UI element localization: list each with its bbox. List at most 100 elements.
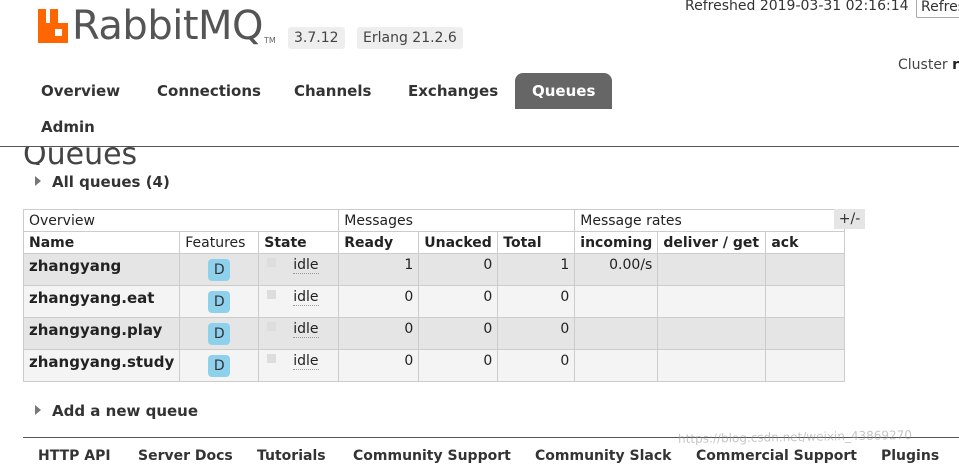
queue-name-link[interactable]: zhangyang	[22, 253, 181, 286]
ready-count: 0	[338, 349, 420, 382]
unacked-count: 0	[418, 285, 499, 318]
refreshed-timestamp: Refreshed 2019-03-31 02:16:14	[685, 0, 909, 14]
expand-triangle-icon	[35, 405, 41, 415]
queues-table: Overview Messages Message rates Name Fea…	[22, 209, 846, 382]
footer-link-community-support[interactable]: Community Support	[353, 448, 511, 464]
group-message-rates: Message rates	[574, 209, 846, 232]
state-indicator-icon	[267, 258, 277, 267]
queue-name-link[interactable]: zhangyang.study	[22, 349, 181, 382]
erlang-version-badge: Erlang 21.2.6	[357, 27, 463, 49]
durable-badge: D	[208, 355, 231, 377]
deliver-get-rate	[657, 317, 767, 350]
state-cell: idle	[258, 285, 340, 318]
features-cell: D	[179, 285, 260, 318]
col-state[interactable]: State	[258, 231, 340, 254]
table-row[interactable]: zhangyang.study Didle 0 0 0	[22, 349, 846, 382]
table-row[interactable]: zhangyang Didle 1 0 1 0.00/s	[22, 253, 846, 286]
col-unacked[interactable]: Unacked	[418, 231, 499, 254]
footer-link-community-slack[interactable]: Community Slack	[535, 448, 671, 464]
state-text: idle	[293, 321, 319, 338]
ack-rate	[765, 285, 846, 318]
durable-badge: D	[208, 323, 231, 345]
unacked-count: 0	[418, 317, 499, 350]
cluster-label: Cluster	[898, 57, 948, 73]
footer-link-commercial-support[interactable]: Commercial Support	[696, 448, 857, 464]
col-total[interactable]: Total	[497, 231, 576, 254]
state-cell: idle	[258, 253, 340, 286]
ready-count: 0	[338, 285, 420, 318]
nav-divider	[0, 146, 959, 147]
table-row[interactable]: zhangyang.eat Didle 0 0 0	[22, 285, 846, 318]
queue-name-link[interactable]: zhangyang.eat	[22, 285, 181, 318]
col-deliver-get[interactable]: deliver / get	[657, 231, 767, 254]
state-text: idle	[293, 289, 319, 306]
ack-rate	[765, 253, 846, 286]
footer-link-plugins[interactable]: Plugins	[881, 448, 939, 464]
deliver-get-rate	[657, 285, 767, 318]
features-cell: D	[179, 317, 260, 350]
footer-link-http-api[interactable]: HTTP API	[38, 448, 111, 464]
footer-link-tutorials[interactable]: Tutorials	[257, 448, 326, 464]
watermark: https://blog.csdn.net/weixin_43869270	[677, 427, 913, 447]
incoming-rate	[574, 317, 659, 350]
incoming-rate: 0.00/s	[574, 253, 659, 286]
incoming-rate	[574, 285, 659, 318]
expand-triangle-icon	[35, 176, 41, 186]
logo-text-rabbit: Rabbit	[72, 3, 199, 49]
state-indicator-icon	[267, 290, 277, 299]
state-indicator-icon	[267, 354, 277, 363]
tab-exchanges[interactable]: Exchanges	[408, 73, 498, 109]
logo-text-mq: MQ	[198, 3, 264, 49]
total-count: 0	[497, 317, 576, 350]
add-queue-label: Add a new queue	[52, 402, 199, 420]
ack-rate	[765, 349, 846, 382]
total-count: 0	[497, 285, 576, 318]
unacked-count: 0	[418, 349, 499, 382]
column-options-button[interactable]: +/-	[834, 209, 865, 229]
total-count: 0	[497, 349, 576, 382]
rabbitmq-logo: RabbitMQ TM	[36, 4, 276, 48]
total-count: 1	[497, 253, 576, 286]
ready-count: 0	[338, 317, 420, 350]
deliver-get-rate	[657, 349, 767, 382]
unacked-count: 0	[418, 253, 499, 286]
rabbitmq-logo-icon	[38, 9, 68, 43]
cluster-name: r	[952, 57, 959, 73]
incoming-rate	[574, 349, 659, 382]
state-text: idle	[293, 257, 319, 274]
page-title: Queues	[23, 147, 138, 165]
refresh-interval-select[interactable]: Refresh every 5 seconds	[916, 0, 959, 18]
tab-queues[interactable]: Queues	[515, 73, 613, 109]
state-text: idle	[293, 353, 319, 370]
state-indicator-icon	[267, 322, 277, 331]
ready-count: 1	[338, 253, 420, 286]
all-queues-label: All queues (4)	[52, 173, 170, 191]
version-badge: 3.7.12	[288, 27, 345, 49]
state-cell: idle	[258, 349, 340, 382]
group-messages: Messages	[338, 209, 576, 232]
queue-name-link[interactable]: zhangyang.play	[22, 317, 181, 350]
col-features: Features	[179, 231, 260, 254]
tab-connections[interactable]: Connections	[157, 73, 261, 109]
table-row[interactable]: zhangyang.play Didle 0 0 0	[22, 317, 846, 350]
ack-rate	[765, 317, 846, 350]
tab-admin[interactable]: Admin	[41, 109, 95, 145]
features-cell: D	[179, 349, 260, 382]
col-name[interactable]: Name	[22, 231, 181, 254]
durable-badge: D	[208, 291, 231, 313]
col-ready[interactable]: Ready	[338, 231, 420, 254]
col-incoming[interactable]: incoming	[574, 231, 659, 254]
all-queues-toggle[interactable]: All queues (4)	[35, 173, 170, 191]
durable-badge: D	[208, 259, 231, 281]
col-ack[interactable]: ack	[765, 231, 846, 254]
state-cell: idle	[258, 317, 340, 350]
add-queue-toggle[interactable]: Add a new queue	[35, 402, 198, 420]
logo-trademark: TM	[264, 36, 276, 45]
cluster-info: Cluster r	[898, 57, 959, 73]
tab-overview[interactable]: Overview	[41, 73, 120, 109]
footer-link-server-docs[interactable]: Server Docs	[138, 448, 233, 464]
tab-channels[interactable]: Channels	[294, 73, 371, 109]
group-overview: Overview	[22, 209, 340, 232]
features-cell: D	[179, 253, 260, 286]
deliver-get-rate	[657, 253, 767, 286]
